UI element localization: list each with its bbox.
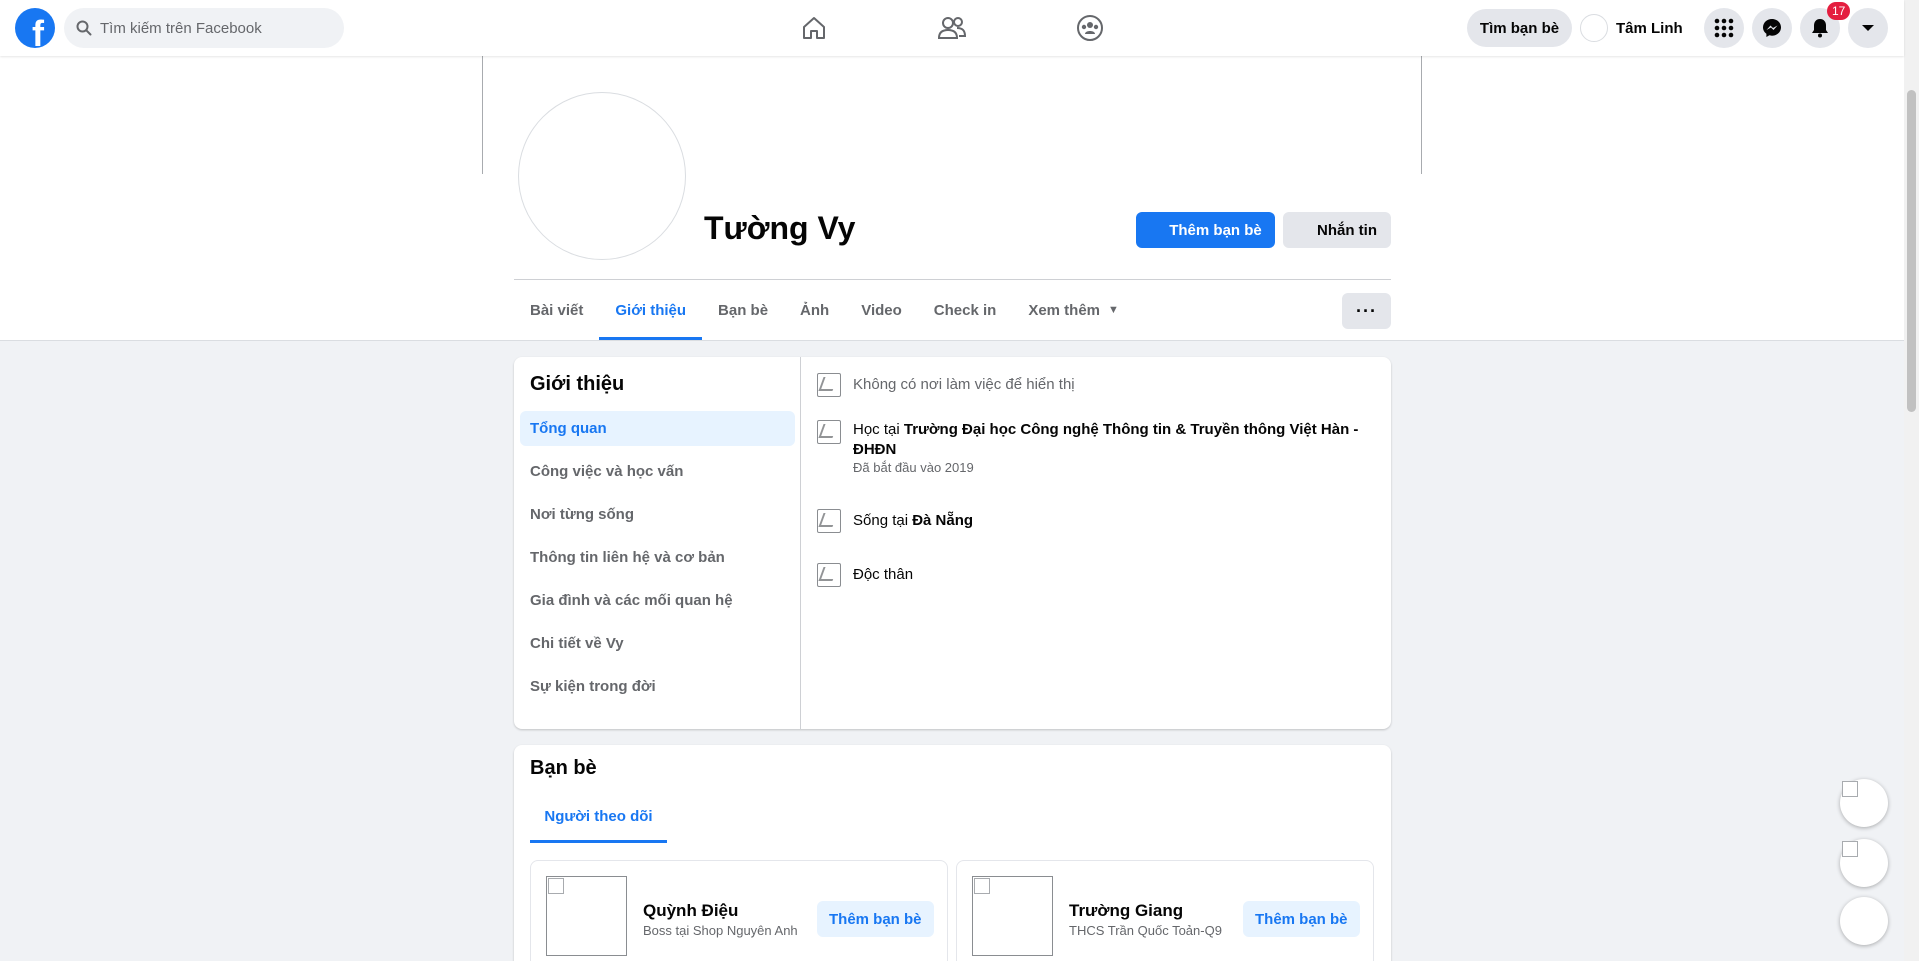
education-start: Đã bắt đầu vào 2019 [853,460,974,475]
lives-prefix: Sống tại [853,512,913,529]
friends-title: Bạn bè [530,757,597,779]
about-menu-work-education[interactable]: Công việc và học vấn [520,454,795,489]
menu-grid-button[interactable] [1704,8,1744,48]
city-link[interactable]: Đà Nẵng [912,512,973,529]
home-location-icon [817,509,841,533]
search-input[interactable] [100,19,320,37]
profile-shortcut[interactable]: Tâm Linh [1580,12,1683,44]
about-sidebar: Giới thiệu Tổng quan Công việc và học vấ… [514,357,801,729]
friend-name[interactable]: Trường Giang [1069,901,1183,921]
friends-icon[interactable] [936,12,968,44]
relationship-info-row: Độc thân [817,563,1377,587]
education-prefix: Học tại [853,421,904,438]
friend-subtitle: Boss tại Shop Nguyên Anh [643,923,798,938]
more-options-button[interactable]: ··· [1342,293,1391,329]
top-navigation-bar: f Tìm bạn bè Tâm Linh [0,0,1904,56]
grid-icon [1714,18,1734,38]
work-icon [817,373,841,397]
profile-header: Tường Vy Thêm bạn bè Nhắn tin Bài viết G… [0,56,1904,341]
add-friend-button[interactable]: Thêm bạn bè [817,901,934,937]
add-friend-button[interactable]: Thêm bạn bè [1136,212,1275,248]
lives-info-row: Sống tại Đà Nẵng [817,509,1377,533]
tab-check-in[interactable]: Check in [918,280,1013,340]
caret-down-icon: ▼ [1108,304,1119,316]
tab-label: Bài viết [530,301,584,319]
tab-label: Check in [933,301,997,319]
tab-label: Xem thêm [1028,301,1101,319]
education-info-row: Học tại Trường Đại học Công nghệ Thông t… [817,420,1377,476]
profile-tabs: Bài viết Giới thiệu Bạn bè Ảnh Video Che… [514,280,1135,340]
search-icon [76,20,92,36]
cover-photo-edge [482,56,483,174]
logo-letter: f [32,13,44,49]
tab-see-more[interactable]: Xem thêm ▼ [1012,280,1135,340]
chevron-down-icon [1862,25,1874,31]
tab-label: Video [861,301,902,319]
avatar [1580,14,1608,42]
about-menu-contact-basic-info[interactable]: Thông tin liên hệ và cơ bản [520,540,795,575]
contact-chat-head[interactable] [1840,779,1888,827]
profile-name: Tường Vy [704,210,856,246]
facebook-logo-icon[interactable]: f [15,8,55,48]
tab-posts[interactable]: Bài viết [514,280,599,340]
scrollbar-thumb[interactable] [1907,90,1916,412]
friend-photo[interactable] [546,876,627,956]
tab-followers[interactable]: Người theo dõi [530,789,667,843]
scrollbar[interactable] [1904,0,1919,961]
about-menu-family-relationships[interactable]: Gia đình và các mối quan hệ [520,583,795,618]
notification-badge: 17 [1827,2,1851,20]
search-bar[interactable] [64,8,344,48]
tab-label: Bạn bè [718,301,769,319]
home-icon[interactable] [798,12,830,44]
messenger-button[interactable] [1752,8,1792,48]
friend-card[interactable]: Trường Giang THCS Trần Quốc Toản-Q9 Thêm… [956,860,1374,961]
tab-friends[interactable]: Bạn bè [702,280,784,340]
account-menu-button[interactable] [1848,8,1888,48]
contact-chat-head[interactable] [1840,839,1888,887]
new-message-button[interactable] [1840,897,1888,945]
tab-about[interactable]: Giới thiệu [599,280,702,340]
groups-icon[interactable] [1074,12,1106,44]
about-title: Giới thiệu [530,373,625,395]
about-menu-details[interactable]: Chi tiết về Vy [520,626,795,661]
friend-subtitle: THCS Trần Quốc Toản-Q9 [1069,923,1222,938]
messenger-icon [1763,19,1781,37]
add-friend-button[interactable]: Thêm bạn bè [1243,901,1360,937]
friend-card[interactable]: Quỳnh Điệu Boss tại Shop Nguyên Anh Thêm… [530,860,948,961]
about-menu-places-lived[interactable]: Nơi từng sống [520,497,795,532]
friends-card: Bạn bè Người theo dõi Quỳnh Điệu Boss tạ… [514,745,1391,961]
education-icon [817,420,841,444]
profile-picture[interactable] [518,92,686,260]
heart-icon [817,563,841,587]
school-link[interactable]: Trường Đại học Công nghệ Thông tin & Tru… [853,421,1358,458]
relationship-text: Độc thân [853,566,914,583]
bell-icon [1812,19,1828,38]
tab-label: Ảnh [800,301,830,319]
lives-text: Sống tại Đà Nẵng [853,511,973,533]
about-menu-overview[interactable]: Tổng quan [520,411,795,446]
tab-label: Giới thiệu [615,301,687,319]
education-text: Học tại Trường Đại học Công nghệ Thông t… [853,420,1373,476]
friend-name[interactable]: Quỳnh Điệu [643,901,738,921]
friend-photo[interactable] [972,876,1053,956]
cover-photo-edge [1421,56,1422,174]
find-friends-button[interactable]: Tìm bạn bè [1467,9,1572,47]
tab-videos[interactable]: Video [845,280,918,340]
tab-photos[interactable]: Ảnh [784,280,845,340]
about-menu: Tổng quan Công việc và học vấn Nơi từng … [520,411,795,712]
about-menu-life-events[interactable]: Sự kiện trong đời [520,669,795,704]
work-info-row: Không có nơi làm việc để hiển thị [817,373,1377,397]
no-work-text: Không có nơi làm việc để hiển thị [853,376,1075,393]
user-name: Tâm Linh [1616,19,1683,37]
about-card: Giới thiệu Tổng quan Công việc và học vấ… [514,357,1391,729]
message-button[interactable]: Nhắn tin [1283,212,1391,248]
